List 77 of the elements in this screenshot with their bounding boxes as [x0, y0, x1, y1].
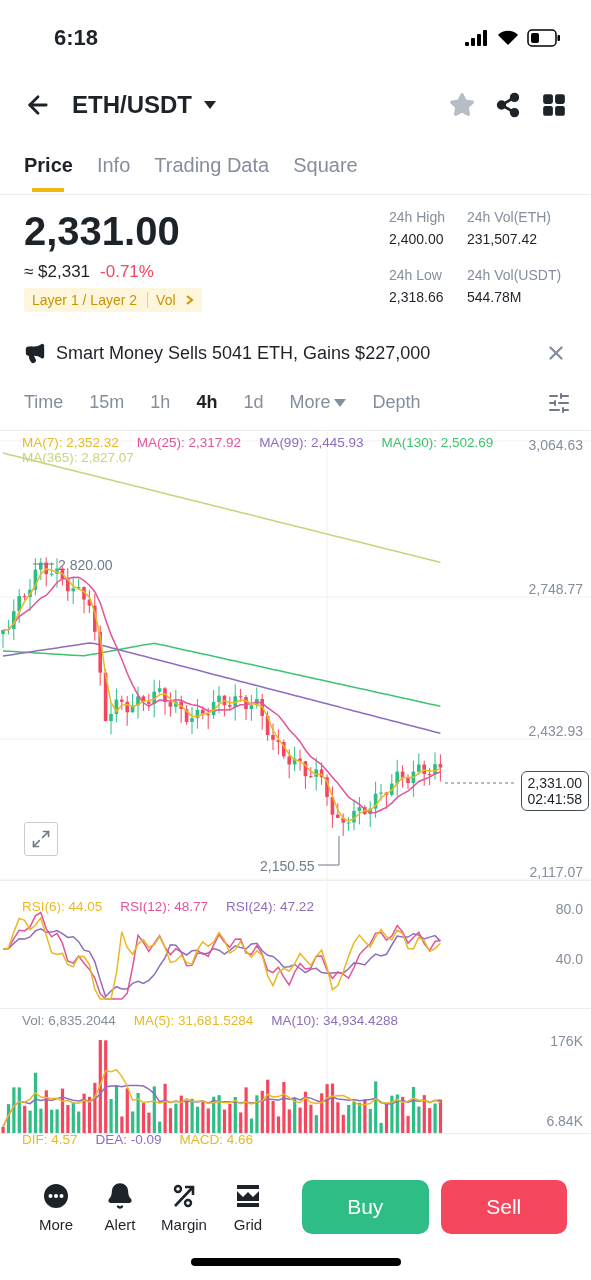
category-tag[interactable]: Layer 1 / Layer 2 Vol — [24, 288, 202, 312]
interval-tab[interactable]: Time — [24, 392, 64, 413]
interval-tab[interactable]: 15m — [89, 392, 125, 413]
axis-label: 2,117.07 — [529, 864, 583, 880]
nav-button[interactable]: Margin — [152, 1181, 216, 1233]
chart-settings-icon[interactable] — [547, 390, 571, 415]
tag-text: Vol — [147, 292, 176, 308]
interval-tab[interactable]: Depth — [372, 392, 421, 413]
stat-value: 2,400.00 — [389, 231, 445, 247]
axis-label: 3,064.63 — [528, 437, 583, 453]
indicator-legend: MA(130): 2,502.69 — [381, 435, 494, 450]
stat-label: 24h Vol(ETH) — [467, 209, 553, 225]
indicator-legend: RSI(6): 44.05 — [22, 899, 103, 914]
indicator-legend: MACD: 4.66 — [179, 1132, 254, 1147]
axis-label: 2,432.93 — [528, 723, 583, 739]
axis-label: 40.0 — [555, 951, 583, 967]
indicator-legend: MA(7): 2,352.32 — [22, 435, 119, 450]
indicator-legend: MA(5): 31,681.5284 — [133, 1013, 254, 1028]
axis-label: 2,748.77 — [528, 581, 583, 597]
wifi-icon — [497, 29, 519, 46]
indicator-legend: MA(25): 2,317.92 — [136, 435, 242, 450]
interval-tab[interactable]: More — [289, 392, 347, 413]
axis-label: 176K — [550, 1033, 583, 1049]
tab[interactable]: Square — [293, 154, 358, 194]
current-price-line — [444, 782, 516, 784]
caret-icon[interactable] — [204, 101, 216, 109]
interval-tab[interactable]: 1d — [243, 392, 264, 413]
tab[interactable]: Trading Data — [154, 154, 270, 194]
more-icon — [42, 1181, 70, 1210]
interval-tab[interactable]: 4h — [196, 392, 218, 413]
megaphone-icon — [24, 342, 46, 364]
nav-button[interactable]: Alert — [88, 1181, 152, 1233]
tab[interactable]: Info — [96, 154, 131, 194]
tag-text: Layer 1 / Layer 2 — [32, 292, 138, 308]
chevron-icon — [185, 295, 194, 305]
grid-icon[interactable] — [541, 92, 567, 118]
stat-label: 24h Low — [389, 267, 443, 283]
low-price-label: 2,150.55 — [260, 858, 315, 874]
price-change: -0.71% — [100, 262, 154, 282]
trade-button[interactable]: Buy — [302, 1180, 429, 1234]
nav-button[interactable]: More — [24, 1181, 88, 1233]
nav-button[interactable]: Grid — [216, 1181, 280, 1233]
indicator-legend: RSI(12): 48.77 — [120, 899, 209, 914]
indicator-legend: MA(365): 2,827.07 — [22, 450, 134, 465]
leader-line — [32, 563, 55, 565]
price-tag: 2,331.00 02:41:58 — [520, 771, 589, 811]
news-headline[interactable]: Smart Money Sells 5041 ETH, Gains $227,000 — [56, 342, 535, 364]
interval-tab[interactable]: 1h — [150, 392, 171, 413]
trade-button[interactable]: Sell — [440, 1180, 567, 1234]
leader-line — [317, 835, 340, 866]
tab[interactable]: Price — [24, 154, 73, 194]
indicator-legend: RSI(24): 47.22 — [226, 899, 314, 914]
stat-value: 231,507.42 — [467, 231, 539, 247]
indicator-legend: Vol: 6,835.2044 — [22, 1013, 116, 1028]
pair-title[interactable]: ETH/USDT — [72, 91, 192, 119]
indicator-legend: MA(99): 2,445.93 — [259, 435, 364, 450]
stat-label: 24h High — [389, 209, 447, 225]
indicator-legend: DIF: 4.57 — [22, 1132, 78, 1147]
high-price-label: 2,820.00 — [58, 557, 113, 573]
stat-value: 544.78M — [467, 289, 523, 305]
battery-icon — [527, 28, 561, 47]
status-time: 6:18 — [54, 24, 99, 51]
caret-icon — [334, 398, 347, 407]
star-icon[interactable] — [449, 92, 475, 118]
axis-label: 6.84K — [546, 1113, 583, 1129]
stat-label: 24h Vol(USDT) — [467, 267, 563, 283]
fiat-price: ≈ $2,331 — [24, 262, 91, 282]
expand-icon — [31, 829, 51, 849]
indicator-legend: DEA: -0.09 — [95, 1132, 162, 1147]
bell-icon — [106, 1181, 134, 1210]
last-price: 2,331.00 — [24, 209, 181, 254]
indicator-legend: MA(10): 34,934.4288 — [271, 1013, 398, 1028]
expand-button[interactable] — [24, 822, 58, 856]
axis-label: 80.0 — [555, 901, 583, 917]
share-icon[interactable] — [495, 92, 521, 118]
stat-value: 2,318.66 — [389, 289, 445, 305]
signal-icon — [465, 29, 489, 46]
